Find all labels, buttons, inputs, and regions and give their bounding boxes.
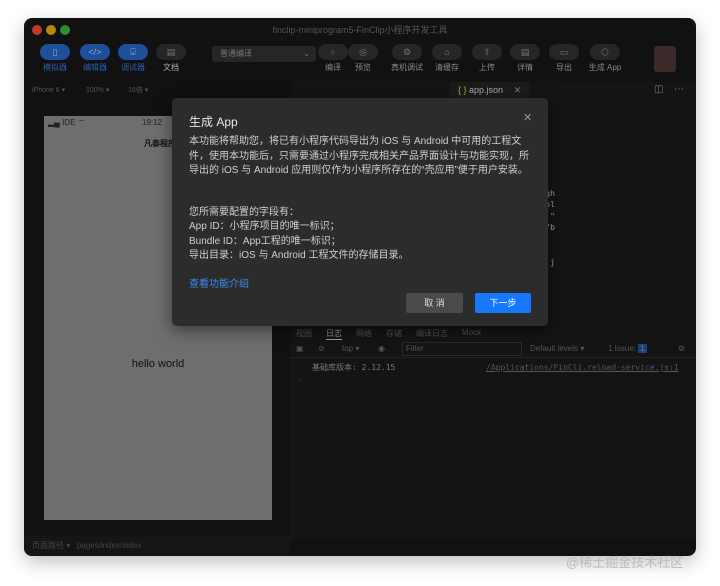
- field-export-dir: 导出目录：iOS 与 Android 工程文件的存储目录。: [189, 250, 409, 261]
- wifi-icon: ⌔: [77, 118, 86, 127]
- page-path-select[interactable]: 页面路径 ▾: [32, 541, 70, 550]
- levels-select[interactable]: Default levels ▾: [530, 340, 584, 358]
- avatar[interactable]: [654, 46, 676, 72]
- next-step-button[interactable]: 下一步: [475, 293, 531, 313]
- feature-intro-link[interactable]: 查看功能介绍: [189, 278, 249, 293]
- cube-icon: ⬡: [590, 44, 620, 60]
- debug-icon: ⌸: [118, 44, 148, 60]
- upload-icon: ⇧: [472, 44, 502, 60]
- carrier-label: ▂▄ IDE ⌔: [48, 118, 86, 127]
- docs-button[interactable]: ▤ 文档: [154, 44, 188, 88]
- hello-world-text: hello world: [131, 358, 185, 370]
- issues-button[interactable]: 1 Issue: 1: [608, 340, 647, 358]
- dialog-description: 本功能将帮助您，将已有小程序代码导出为 iOS 与 Android 中可用的工程…: [189, 136, 529, 176]
- close-icon[interactable]: ✕: [514, 85, 522, 95]
- devtools-tab[interactable]: 网络: [356, 328, 372, 340]
- scale-select[interactable]: 16倍 ▾: [128, 82, 148, 100]
- refresh-icon: ○: [318, 44, 348, 60]
- devtools-tab[interactable]: 视图: [296, 328, 312, 340]
- watermark: @稀土掘金技术社区: [566, 555, 684, 570]
- generate-app-dialog: 生成 App ✕ 本功能将帮助您，将已有小程序代码导出为 iOS 与 Andro…: [172, 98, 548, 326]
- status-time: 19:12: [142, 118, 163, 127]
- zoom-select[interactable]: 100% ▾: [86, 82, 109, 100]
- more-icon[interactable]: ⋯: [674, 84, 684, 95]
- filter-input[interactable]: Filter: [402, 342, 522, 356]
- console-log-message: 基础库版本: 2.12.15: [312, 363, 396, 372]
- details-icon: ▤: [510, 44, 540, 60]
- clear-console-icon[interactable]: ⊘: [318, 340, 325, 358]
- status-bar: 页面路径 ▾ pages/index/index: [24, 536, 290, 556]
- devtools-tabs: 视图 日志 网络 存储 编译日志 Mock: [296, 328, 481, 340]
- console-prompt[interactable]: ›: [298, 374, 303, 386]
- field-app-id: App ID：小程序项目的唯一标识；: [189, 221, 340, 232]
- eye-icon[interactable]: ◉: [378, 340, 385, 358]
- folder-icon: ▭: [549, 44, 579, 60]
- fields-intro: 您所需要配置的字段有：: [189, 207, 299, 218]
- eye-icon: ◎: [348, 44, 378, 60]
- json-icon: { }: [458, 85, 467, 95]
- document-icon: ▤: [156, 44, 186, 60]
- clear-icon: ⌂: [432, 44, 462, 60]
- settings-gear-icon[interactable]: ⚙: [678, 340, 685, 358]
- device-select[interactable]: iPhone 6 ▾: [32, 82, 65, 100]
- phone-icon: ▯: [40, 44, 70, 60]
- console-toolbar: ▣ ⊘ top ▾ ◉ Filter Default levels ▾ 1 Is…: [290, 340, 696, 358]
- field-bundle-id: Bundle ID：App工程的唯一标识；: [189, 236, 341, 247]
- compile-mode-select[interactable]: 普通编译 ⌄: [212, 46, 316, 62]
- signal-icon: ▂▄: [48, 118, 60, 127]
- tab-app-json[interactable]: { } app.json ✕: [450, 82, 530, 98]
- chevron-down-icon: ⌄: [303, 49, 310, 58]
- window-title: finclip-miniprogram5-FinClip小程序开发工具: [272, 25, 448, 35]
- sidebar-toggle-icon[interactable]: ▣: [296, 340, 304, 358]
- dialog-title: 生成 App: [189, 115, 238, 129]
- code-icon: </>: [80, 44, 110, 60]
- context-select[interactable]: top ▾: [342, 340, 359, 358]
- split-editor-icon[interactable]: ◫: [654, 84, 663, 95]
- console-log-source-link[interactable]: /Applications/FinCli.reload-service.js:1: [486, 362, 679, 374]
- devtools-tab[interactable]: 存储: [386, 328, 402, 340]
- devtools-tab[interactable]: Mock: [462, 328, 481, 340]
- devtools-tab[interactable]: 编译日志: [416, 328, 448, 340]
- cancel-button[interactable]: 取 消: [406, 293, 463, 313]
- close-icon[interactable]: ✕: [523, 111, 532, 124]
- bug-icon: ⚙: [392, 44, 422, 60]
- devtools-tab[interactable]: 日志: [326, 328, 342, 340]
